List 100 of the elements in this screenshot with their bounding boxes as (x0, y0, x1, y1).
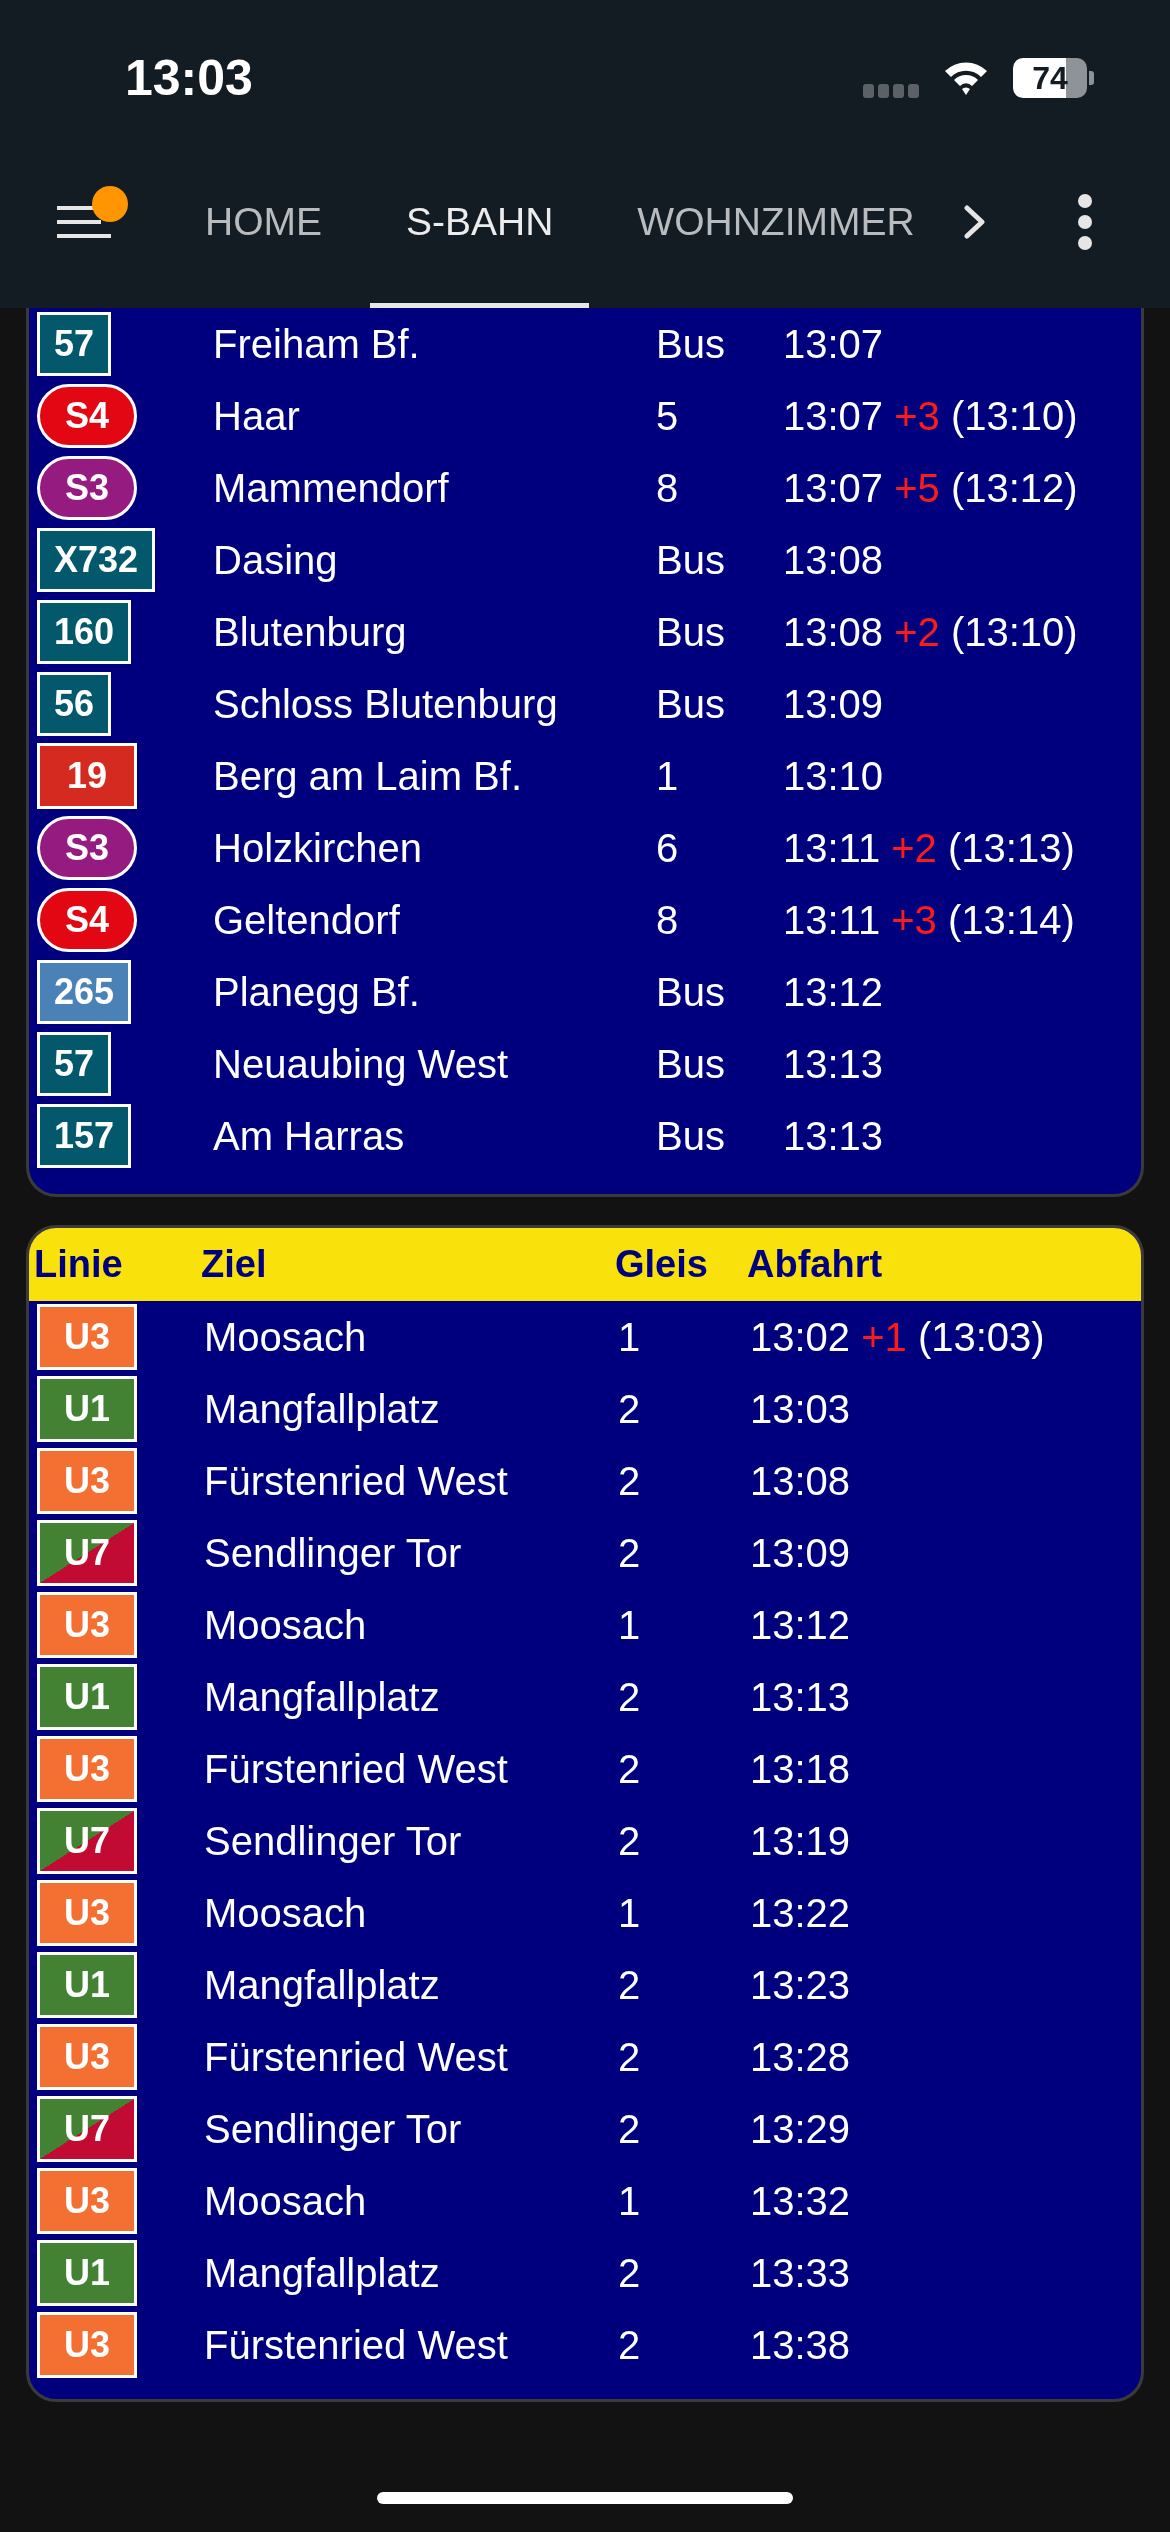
line-badge: S4 (37, 888, 137, 952)
departure-time: 13:23 (750, 1962, 851, 2008)
departure-time: 13:10 (783, 753, 884, 799)
platform-text: Bus (656, 1041, 725, 1087)
departure-time: 13:38 (750, 2322, 851, 2368)
battery-indicator: 74 (1013, 58, 1094, 98)
destination-text: Mangfallplatz (204, 1962, 440, 2008)
platform-text: 2 (618, 1962, 641, 2008)
platform-text: 1 (618, 2178, 641, 2224)
tab[interactable]: HOME (169, 180, 358, 308)
departure-time: 13:03 (750, 1386, 851, 1432)
line-badge: X732 (37, 528, 156, 592)
departure-time: 13:11 +2 (13:13) (783, 825, 1075, 871)
platform-text: 1 (618, 1314, 641, 1360)
departure-time: 13:07 +3 (13:10) (783, 393, 1078, 439)
signal-icon (863, 84, 919, 98)
destination-text: Freiham Bf. (213, 321, 420, 367)
line-badge: U3 (37, 2024, 137, 2090)
line-badge: U3 (37, 1880, 137, 1946)
line-badge: S3 (37, 456, 137, 520)
line-badge: 57 (37, 1032, 112, 1096)
line-badge: U3 (37, 2312, 137, 2378)
destination-text: Moosach (204, 1890, 367, 1936)
platform-text: 8 (656, 465, 679, 511)
column-header: Gleis (615, 1243, 708, 1286)
platform-text: 5 (656, 393, 679, 439)
destination-text: Planegg Bf. (213, 969, 420, 1015)
destination-text: Sendlinger Tor (204, 1818, 462, 1864)
platform-text: 2 (618, 2250, 641, 2296)
line-badge: U3 (37, 1736, 137, 1802)
destination-text: Geltendorf (213, 897, 400, 943)
line-badge: U7 (37, 1808, 137, 1874)
destination-text: Schloss Blutenburg (213, 681, 558, 727)
column-header: Ziel (201, 1243, 267, 1286)
line-badge: U3 (37, 1304, 137, 1370)
menu-icon (57, 205, 111, 238)
line-badge: U3 (37, 2168, 137, 2234)
platform-text: Bus (656, 609, 725, 655)
departure-time: 13:13 (783, 1041, 884, 1087)
departure-time: 13:11 +3 (13:14) (783, 897, 1075, 943)
destination-text: Mangfallplatz (204, 1386, 440, 1432)
platform-text: 2 (618, 1458, 641, 1504)
destination-text: Berg am Laim Bf. (213, 753, 522, 799)
platform-text: Bus (656, 681, 725, 727)
destination-text: Blutenburg (213, 609, 407, 655)
destination-text: Mangfallplatz (204, 1674, 440, 1720)
line-badge: 157 (37, 1104, 132, 1168)
line-badge: 19 (37, 743, 137, 809)
destination-text: Fürstenried West (204, 1458, 508, 1504)
line-badge: U7 (37, 2096, 137, 2162)
column-header: Linie (34, 1243, 123, 1286)
departure-time: 13:13 (783, 1113, 884, 1159)
platform-text: 2 (618, 1746, 641, 1792)
destination-text: Dasing (213, 537, 338, 583)
line-badge: U3 (37, 1448, 137, 1514)
departure-time: 13:12 (750, 1602, 851, 1648)
clock-time: 13:03 (125, 49, 253, 107)
destination-text: Moosach (204, 2178, 367, 2224)
platform-text: Bus (656, 321, 725, 367)
departure-time: 13:02 +1 (13:03) (750, 1314, 1045, 1360)
chevron-right-icon (964, 204, 986, 239)
departure-time: 13:08 +2 (13:10) (783, 609, 1078, 655)
departure-time: 13:09 (783, 681, 884, 727)
platform-text: 2 (618, 2106, 641, 2152)
platform-text: 1 (618, 1602, 641, 1648)
line-badge: U1 (37, 1664, 137, 1730)
destination-text: Moosach (204, 1314, 367, 1360)
departure-time: 13:33 (750, 2250, 851, 2296)
line-badge: U1 (37, 1952, 137, 2018)
departure-time: 13:29 (750, 2106, 851, 2152)
departure-time: 13:28 (750, 2034, 851, 2080)
departure-time: 13:07 +5 (13:12) (783, 465, 1078, 511)
destination-text: Fürstenried West (204, 2034, 508, 2080)
departure-time: 13:08 (783, 537, 884, 583)
line-badge: 56 (37, 672, 112, 736)
departure-time: 13:07 (783, 321, 884, 367)
destination-text: Am Harras (213, 1113, 405, 1159)
platform-text: Bus (656, 969, 725, 1015)
departure-time: 13:32 (750, 2178, 851, 2224)
platform-text: 2 (618, 1530, 641, 1576)
platform-text: 1 (656, 753, 679, 799)
destination-text: Fürstenried West (204, 2322, 508, 2368)
platform-text: 2 (618, 2322, 641, 2368)
destination-text: Sendlinger Tor (204, 1530, 462, 1576)
line-badge: 160 (37, 600, 132, 664)
line-badge: 57 (37, 312, 112, 376)
departure-time: 13:12 (783, 969, 884, 1015)
platform-text: 2 (618, 1674, 641, 1720)
line-badge: U7 (37, 1520, 137, 1586)
destination-text: Mammendorf (213, 465, 449, 511)
platform-text: 2 (618, 1818, 641, 1864)
platform-text: 2 (618, 1386, 641, 1432)
destination-text: Neuaubing West (213, 1041, 508, 1087)
tab[interactable]: WOHNZIMMER (601, 180, 940, 308)
more-vert-icon (1078, 193, 1092, 250)
line-badge: U1 (37, 1376, 137, 1442)
destination-text: Moosach (204, 1602, 367, 1648)
platform-text: 8 (656, 897, 679, 943)
line-badge: S4 (37, 384, 137, 448)
wifi-icon (943, 60, 989, 96)
